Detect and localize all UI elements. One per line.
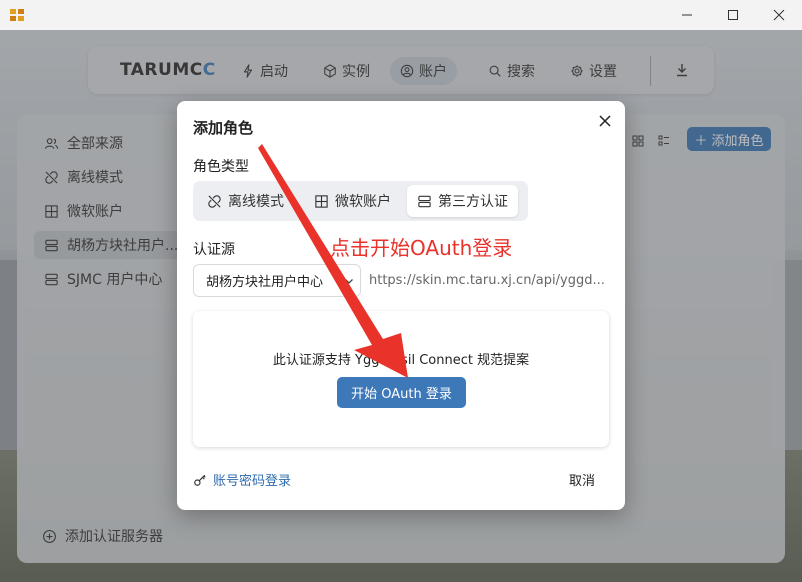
link-off-icon [208,194,221,208]
microsoft-icon [315,194,328,208]
role-type-selector: 离线模式 微软账户 第三方认证 [193,181,528,221]
start-oauth-button[interactable]: 开始 OAuth 登录 [337,377,466,408]
oauth-description: 此认证源支持 Yggdrasil Connect 规范提案 [272,353,530,368]
password-login-link[interactable]: 账号密码登录 [193,470,291,489]
key-icon [194,474,206,486]
role-type-label: 角色类型 [193,159,249,175]
server-icon [418,195,431,207]
maximize-icon [728,10,738,20]
role-type-microsoft[interactable]: 微软账户 [304,185,401,217]
close-window-button[interactable] [756,0,802,30]
chevron-down-icon [345,279,353,284]
dialog-title: 添加角色 [193,119,254,137]
app-logo-icon [10,9,24,21]
role-type-third-party[interactable]: 第三方认证 [407,185,518,217]
auth-source-url: https://skin.mc.taru.xj.cn/api/yggd... [369,273,605,288]
auth-source-select[interactable]: 胡杨方块社用户中心 [193,264,361,297]
title-bar [0,0,802,30]
add-role-dialog: 添加角色 角色类型 离线模式 微软账户 第三方认证 认证源 胡杨方块社用户中心 … [177,101,625,510]
maximize-button[interactable] [710,0,756,30]
annotation-text: 点击开始OAuth登录 [330,236,513,260]
auth-source-label: 认证源 [193,242,235,258]
close-icon[interactable] [598,114,612,128]
role-type-offline[interactable]: 离线模式 [197,185,294,217]
close-icon [773,9,785,21]
cancel-button[interactable]: 取消 [569,470,595,489]
minimize-icon [682,14,692,16]
oauth-card: 此认证源支持 Yggdrasil Connect 规范提案 开始 OAuth 登… [193,311,609,447]
minimize-button[interactable] [664,0,710,30]
